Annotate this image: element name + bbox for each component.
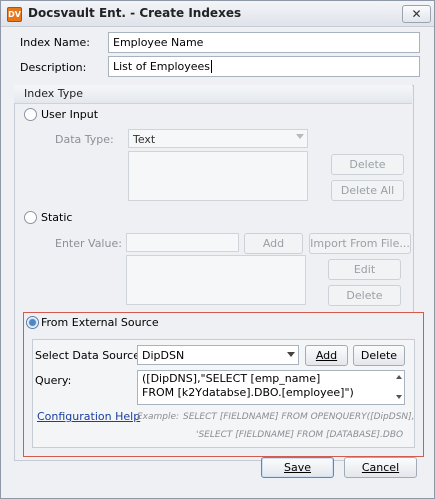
query-line-2: FROM [k2Ydatabse].DBO.[employee]")	[142, 386, 354, 399]
title-bar: DV Docsvault Ent. - Create Indexes ✕	[1, 1, 434, 27]
description-label: Description:	[20, 61, 87, 74]
description-value: List of Employees	[113, 60, 211, 73]
user-input-label: User Input	[41, 108, 99, 121]
static-edit-button[interactable]: Edit	[328, 259, 401, 280]
chevron-down-icon	[287, 352, 295, 357]
import-from-file-button[interactable]: Import From File...	[309, 233, 411, 254]
external-source-panel: From External Source Select Data Source:…	[23, 312, 424, 457]
data-source-value: DipDSN	[142, 349, 185, 362]
user-input-radio[interactable]	[24, 108, 37, 121]
static-values-list[interactable]	[126, 255, 306, 305]
data-source-select[interactable]: DipDSN	[137, 345, 299, 365]
user-input-values-list[interactable]	[128, 151, 308, 201]
scroll-down-icon[interactable]	[396, 395, 402, 399]
external-source-radio[interactable]	[26, 316, 39, 329]
external-source-inner-box: Select Data Source: DipDSN Add Delete Qu…	[32, 339, 415, 448]
index-name-label: Index Name:	[20, 36, 90, 49]
external-source-label: From External Source	[41, 316, 159, 329]
description-input[interactable]: List of Employees	[108, 56, 420, 77]
static-add-button[interactable]: Add	[244, 233, 303, 254]
cancel-button[interactable]: Cancel	[344, 457, 417, 478]
query-line-1: ([DipDNS],"SELECT [emp_name]	[142, 372, 321, 385]
query-textarea[interactable]: ([DipDNS],"SELECT [emp_name] FROM [k2Yda…	[137, 370, 405, 405]
example-line-2: 'SELECT [FIELDNAME] FROM [DATABASE].DBO	[196, 430, 404, 440]
window-title: Docsvault Ent. - Create Indexes	[28, 6, 242, 20]
scroll-up-icon[interactable]	[396, 375, 402, 379]
query-label: Query:	[35, 374, 72, 387]
data-type-label: Data Type:	[55, 133, 114, 146]
example-label: Example:	[137, 412, 180, 422]
static-delete-button[interactable]: Delete	[328, 285, 401, 306]
enter-value-label: Enter Value:	[55, 237, 122, 250]
static-label: Static	[41, 211, 73, 224]
enter-value-input[interactable]	[126, 233, 239, 252]
user-input-delete-button[interactable]: Delete	[331, 154, 404, 175]
data-type-select[interactable]: Text	[128, 129, 308, 148]
docsvault-app-icon: DV	[7, 7, 22, 22]
save-button[interactable]: Save	[261, 457, 334, 478]
data-type-value: Text	[133, 133, 156, 146]
text-caret	[211, 60, 213, 73]
data-source-delete-button[interactable]: Delete	[353, 345, 405, 366]
data-source-add-button[interactable]: Add	[305, 345, 348, 366]
index-name-input[interactable]: Employee Name	[108, 32, 420, 53]
user-input-delete-all-button[interactable]: Delete All	[331, 180, 404, 201]
configuration-help-link[interactable]: Configuration Help	[37, 410, 140, 423]
create-indexes-window: DV Docsvault Ent. - Create Indexes ✕ Ind…	[0, 0, 435, 499]
select-data-source-label: Select Data Source:	[35, 349, 144, 362]
static-radio[interactable]	[24, 211, 37, 224]
chevron-down-icon	[296, 134, 304, 139]
index-type-caption: Index Type	[14, 85, 412, 104]
example-line-1: SELECT [FIELDNAME] FROM OPENQUERY([DipDS…	[183, 412, 415, 422]
close-button[interactable]: ✕	[402, 5, 431, 23]
